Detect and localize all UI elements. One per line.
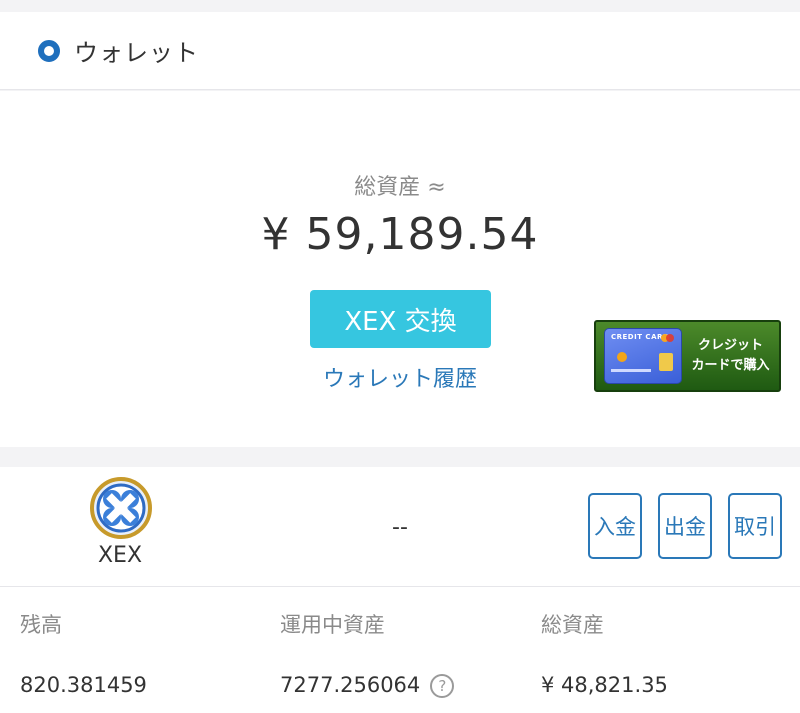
- total-assets-header: 総資産: [541, 613, 604, 637]
- card-chip-icon: [659, 353, 673, 371]
- asset-summary: 総資産 ≈ ¥ 59,189.54 XEX 交換 ウォレット履歴 CREDIT …: [0, 91, 800, 447]
- credit-card-purchase-label: クレジット カードで購入: [691, 338, 770, 373]
- balance-value: 820.381459: [20, 673, 147, 697]
- coin-panel: XEX -- 入金 出金 取引 残高 運用中資産 総資産 820.381459 …: [0, 467, 800, 713]
- total-assets-label: 総資産 ≈: [354, 175, 446, 200]
- coin-value: --: [392, 515, 408, 540]
- wallet-ring-icon: [38, 39, 60, 62]
- balance-header: 残高: [20, 613, 62, 637]
- xex-exchange-button[interactable]: XEX 交換: [310, 290, 491, 348]
- xex-logo-icon: [90, 477, 152, 539]
- in-operation-value-wrap: 7277.256064?: [280, 673, 455, 698]
- page-title: ウォレット: [74, 39, 199, 67]
- credit-card-icon: CREDIT CARD: [604, 328, 682, 384]
- credit-card-purchase-banner[interactable]: CREDIT CARD クレジット カードで購入: [594, 320, 781, 392]
- total-assets-value: ¥ 48,821.35: [541, 673, 668, 697]
- in-operation-value: 7277.256064: [280, 673, 421, 697]
- wallet-header: ウォレット: [0, 12, 800, 90]
- deposit-button[interactable]: 入金: [588, 493, 642, 559]
- coin-row-xex: XEX -- 入金 出金 取引: [0, 467, 800, 587]
- trade-button[interactable]: 取引: [728, 493, 782, 559]
- coin-name: XEX: [97, 543, 143, 568]
- bitcoin-icon: [617, 352, 627, 362]
- help-icon[interactable]: ?: [430, 674, 455, 698]
- total-assets-amount: ¥ 59,189.54: [261, 209, 539, 260]
- withdraw-button[interactable]: 出金: [658, 493, 712, 559]
- in-operation-header: 運用中資産: [280, 613, 385, 637]
